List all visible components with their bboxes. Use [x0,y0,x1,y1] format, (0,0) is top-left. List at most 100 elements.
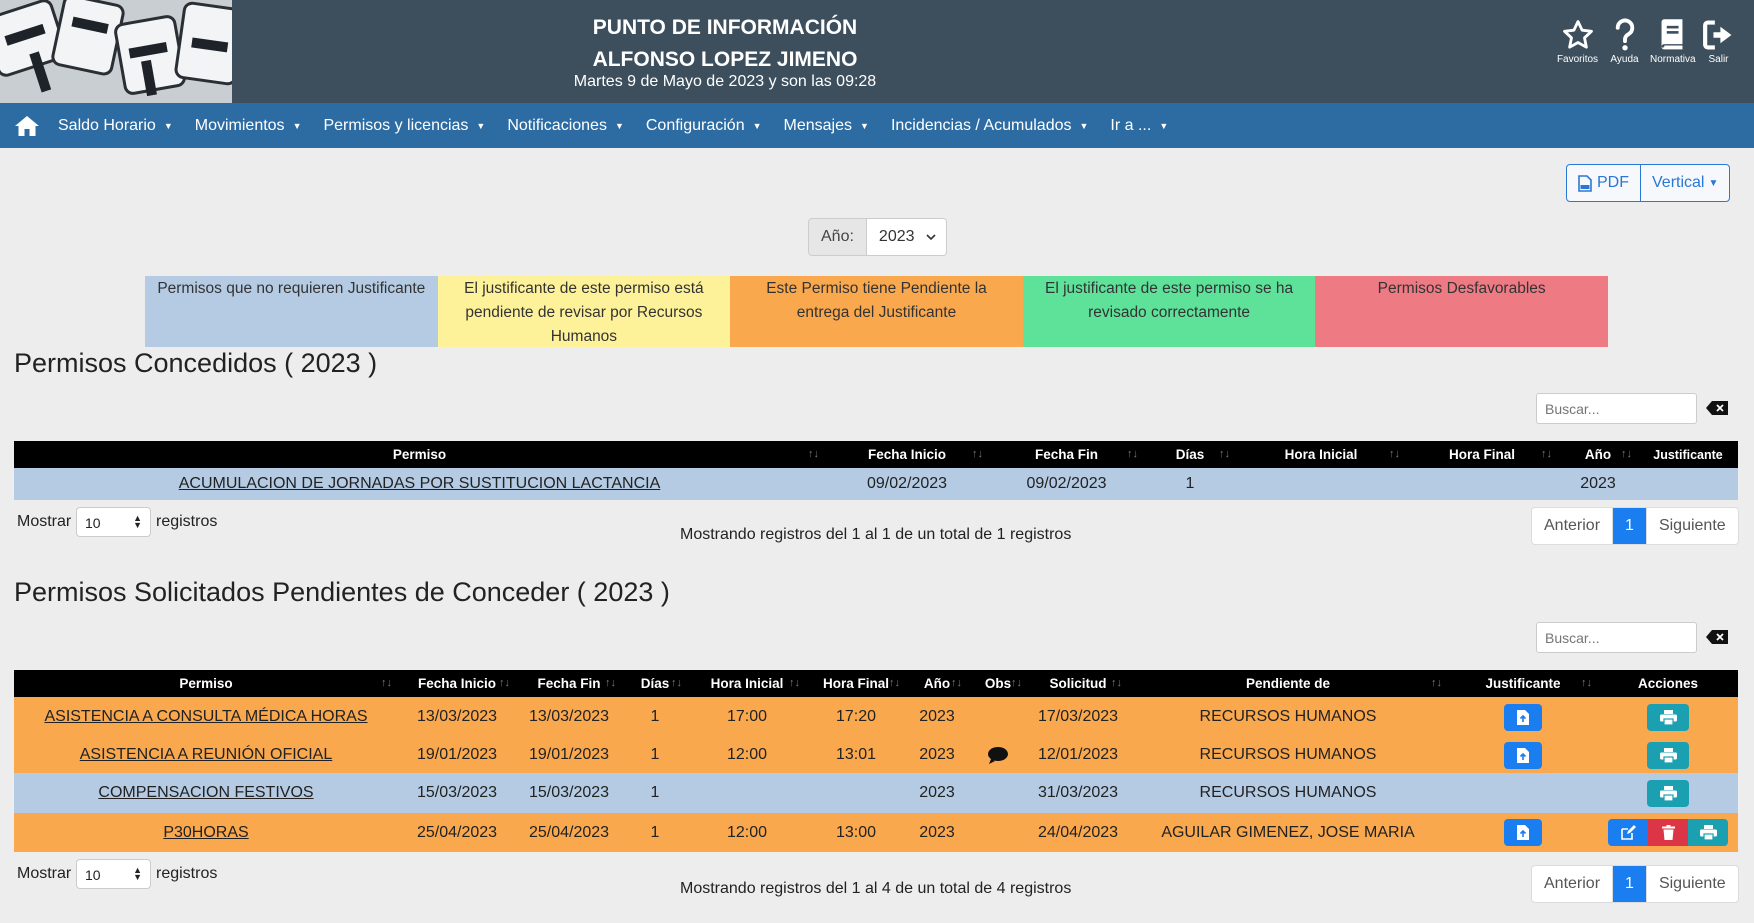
upload-justificante-button[interactable] [1504,741,1542,769]
edit-icon [1620,825,1636,840]
upload-justificante-button[interactable] [1504,703,1542,731]
nav-label: Incidencias / Acumulados [890,116,1072,134]
nav-configuracion[interactable]: Configuración ▼ [646,117,762,135]
table-row: ASISTENCIA A CONSULTA MÉDICA HORAS 13/03… [14,697,1738,737]
col-justificante[interactable]: Justificante [1638,441,1738,468]
permiso-link[interactable]: ASISTENCIA A CONSULTA MÉDICA HORAS [44,708,367,725]
nav-notificaciones[interactable]: Notificaciones ▼ [507,117,624,135]
acciones-cell [1598,737,1738,773]
col-label: Justificante [1485,676,1561,691]
col-permiso[interactable]: Permiso ↑↓ [14,670,398,697]
year-select[interactable]: 2023 [866,219,946,255]
show-suffix: registros [156,865,218,882]
show-label: Mostrar [17,513,72,530]
row-actions [1608,819,1728,846]
col-hora-inicial[interactable]: Hora Inicial ↑↓ [688,670,806,697]
edit-button[interactable] [1608,819,1648,846]
col-hora-final[interactable]: Hora Final ↑↓ [1406,441,1558,468]
col-fecha-fin[interactable]: Fecha Fin ↑↓ [516,670,622,697]
next-page-button[interactable]: Siguiente [1645,508,1738,544]
page-1-button[interactable]: 1 [1612,508,1646,544]
nav-mensajes[interactable]: Mensajes ▼ [784,117,869,135]
print-icon [1699,825,1717,840]
col-anio[interactable]: Año ↑↓ [906,670,968,697]
col-dias[interactable]: Días ↑↓ [622,670,688,697]
comment-icon[interactable] [987,746,1009,764]
solicitud-cell: 24/04/2023 [1028,813,1128,852]
nav-permisos-licencias[interactable]: Permisos y licencias ▼ [323,117,485,135]
permiso-link[interactable]: ASISTENCIA A REUNIÓN OFICIAL [80,746,333,763]
page-1-button[interactable]: 1 [1612,866,1646,902]
granted-search-input[interactable] [1536,393,1697,424]
help-button[interactable]: Ayuda [1603,18,1646,65]
permiso-link[interactable]: ACUMULACION DE JORNADAS POR SUSTITUCION … [179,475,661,492]
fecha-fin-cell: 25/04/2023 [516,813,622,852]
anio-cell: 2023 [906,697,968,737]
solicitud-cell: 12/01/2023 [1028,737,1128,773]
granted-table: Permiso ↑↓ Fecha Inicio ↑↓ Fecha Fin ↑↓ Día… [14,441,1738,500]
caret-down-icon: ▼ [860,120,869,131]
col-dias[interactable]: Días ↑↓ [1144,441,1236,468]
col-pendiente-de[interactable]: Pendiente de ↑↓ [1128,670,1448,697]
sort-icon: ↑↓ [1389,448,1400,460]
pdf-label: PDF [1597,174,1629,191]
prev-page-button[interactable]: Anterior [1532,508,1612,544]
regulations-button[interactable]: Normativa [1650,18,1696,65]
col-permiso[interactable]: Permiso ↑↓ [14,441,825,468]
table-row: P30HORAS 25/04/2023 25/04/2023 1 12:00 1… [14,813,1738,852]
col-justificante[interactable]: Justificante ↑↓ [1448,670,1598,697]
hora-inicial-cell: 12:00 [688,813,806,852]
nav-movimientos[interactable]: Movimientos ▼ [195,117,302,135]
print-button[interactable] [1647,703,1689,731]
app-header: PUNTO DE INFORMACIÓN ALFONSO LOPEZ JIMEN… [0,0,1754,103]
solicitud-cell: 17/03/2023 [1028,697,1128,737]
logout-button[interactable]: Salir [1697,18,1740,65]
col-label: Fecha Inicio [867,447,947,462]
page-size-select[interactable]: 10 ▲ ▼ [76,859,151,889]
home-button[interactable] [14,112,42,140]
clear-search-icon[interactable] [1706,401,1728,415]
nav-ir-a[interactable]: Ir a ... ▼ [1110,117,1168,135]
col-anio[interactable]: Año ↑↓ [1558,441,1638,468]
print-button[interactable] [1647,779,1689,807]
print-button[interactable] [1647,741,1689,769]
orientation-label: Vertical [1652,174,1705,191]
permiso-link[interactable]: COMPENSACION FESTIVOS [98,784,313,801]
print-button[interactable] [1688,819,1728,846]
permiso-cell: ASISTENCIA A REUNIÓN OFICIAL [14,737,398,773]
permiso-link[interactable]: P30HORAS [163,824,248,841]
star-icon [1562,20,1593,49]
next-page-button[interactable]: Siguiente [1645,866,1738,902]
col-fecha-inicio[interactable]: Fecha Inicio ↑↓ [825,441,989,468]
header-title-line2: ALFONSO LOPEZ JIMENO [592,48,858,71]
favorites-button[interactable]: Favoritos [1556,18,1599,65]
nav-saldo-horario[interactable]: Saldo Horario ▼ [58,117,173,135]
col-label: Hora Final [822,676,889,691]
col-obs[interactable]: Obs ↑↓ [968,670,1028,697]
col-solicitud[interactable]: Solicitud ↑↓ [1028,670,1128,697]
nav-label: Notificaciones [507,116,607,134]
file-upload-icon [1517,747,1529,763]
col-label: Permiso [392,447,447,462]
col-hora-inicial[interactable]: Hora Inicial ↑↓ [1236,441,1406,468]
pdf-button[interactable]: PDF [1567,165,1640,201]
page-size-value: 10 [85,515,101,531]
prev-page-button[interactable]: Anterior [1532,866,1612,902]
clear-search-icon[interactable] [1706,630,1728,644]
orientation-dropdown[interactable]: Vertical ▼ [1640,165,1729,201]
caret-down-icon: ▼ [1159,120,1169,131]
delete-button[interactable] [1648,819,1688,846]
col-fecha-fin[interactable]: Fecha Fin ↑↓ [989,441,1144,468]
nav-incidencias[interactable]: Incidencias / Acumulados ▼ [891,117,1088,135]
page-size-select[interactable]: 10 ▲ ▼ [76,507,151,537]
pending-search-input[interactable] [1536,622,1697,653]
dias-cell: 1 [622,737,688,773]
upload-justificante-button[interactable] [1504,819,1542,846]
caret-down-icon: ▼ [292,120,302,131]
logout-label: Salir [1708,54,1729,65]
export-toolbar: PDF Vertical ▼ [1566,164,1731,202]
col-fecha-inicio[interactable]: Fecha Inicio ↑↓ [398,670,516,697]
justificante-cell [1448,737,1598,773]
caret-down-icon: ▼ [752,120,762,131]
col-hora-final[interactable]: Hora Final ↑↓ [806,670,906,697]
